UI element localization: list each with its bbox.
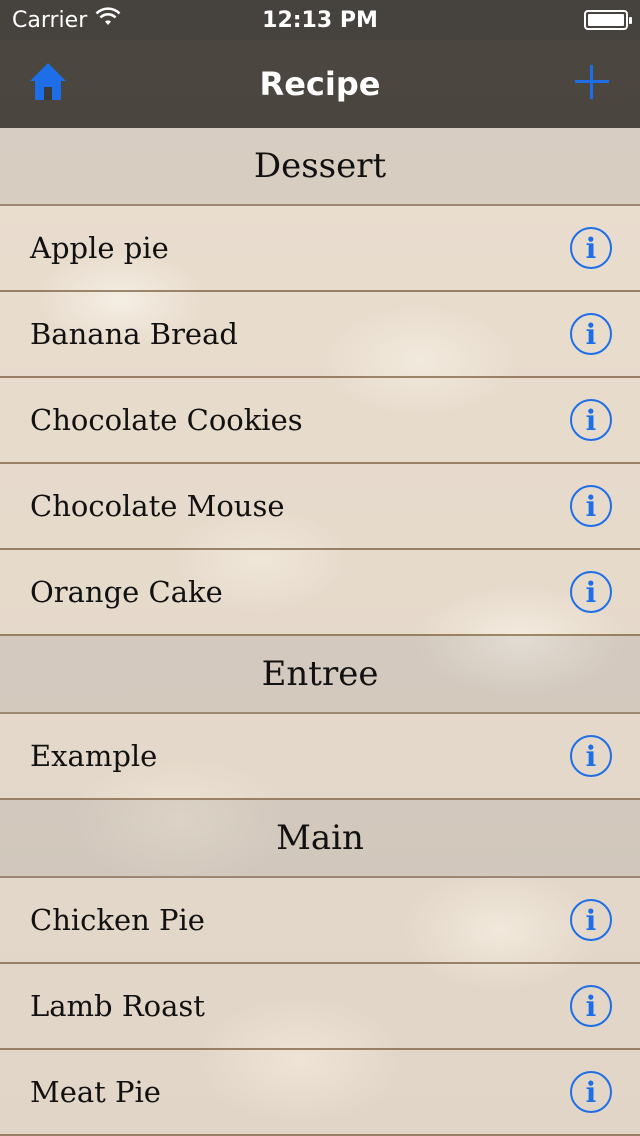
info-icon[interactable]: i [570, 399, 612, 441]
recipe-label: Example [30, 739, 158, 773]
status-bar: Carrier 12:13 PM [0, 0, 640, 40]
recipe-row[interactable]: Banana Bread i [0, 292, 640, 378]
navigation-bar: Recipe [0, 40, 640, 128]
recipe-label: Banana Bread [30, 317, 238, 351]
home-icon [26, 60, 70, 108]
recipe-label: Meat Pie [30, 1075, 161, 1109]
wifi-icon [95, 7, 121, 33]
info-icon[interactable]: i [570, 313, 612, 355]
recipe-row[interactable]: Lamb Roast i [0, 964, 640, 1050]
add-button[interactable] [568, 60, 616, 108]
info-icon[interactable]: i [570, 227, 612, 269]
recipe-row[interactable]: Apple pie i [0, 206, 640, 292]
recipe-row[interactable]: Chocolate Mouse i [0, 464, 640, 550]
recipe-label: Chocolate Mouse [30, 489, 285, 523]
section-header: Dessert [0, 128, 640, 206]
recipe-label: Apple pie [30, 231, 169, 265]
section-header: Main [0, 800, 640, 878]
info-icon[interactable]: i [570, 985, 612, 1027]
recipe-label: Orange Cake [30, 575, 223, 609]
carrier-label: Carrier [12, 7, 88, 33]
section-header: Entree [0, 636, 640, 714]
battery-icon [584, 10, 632, 30]
recipe-row[interactable]: Chocolate Cookies i [0, 378, 640, 464]
recipe-list[interactable]: Dessert Apple pie i Banana Bread i Chocolate … [0, 128, 640, 1136]
status-left: Carrier [12, 7, 121, 33]
info-icon[interactable]: i [570, 571, 612, 613]
recipe-row[interactable]: Example i [0, 714, 640, 800]
info-icon[interactable]: i [570, 1071, 612, 1113]
battery-fill [588, 14, 624, 26]
recipe-row[interactable]: Meat Pie i [0, 1050, 640, 1136]
recipe-row[interactable]: Chicken Pie i [0, 878, 640, 964]
recipe-label: Chocolate Cookies [30, 403, 303, 437]
info-icon[interactable]: i [570, 485, 612, 527]
info-icon[interactable]: i [570, 735, 612, 777]
page-title: Recipe [259, 65, 381, 103]
recipe-row[interactable]: Orange Cake i [0, 550, 640, 636]
recipe-label: Chicken Pie [30, 903, 205, 937]
home-button[interactable] [24, 60, 72, 108]
plus-icon [572, 62, 612, 106]
recipe-label: Lamb Roast [30, 989, 205, 1023]
info-icon[interactable]: i [570, 899, 612, 941]
